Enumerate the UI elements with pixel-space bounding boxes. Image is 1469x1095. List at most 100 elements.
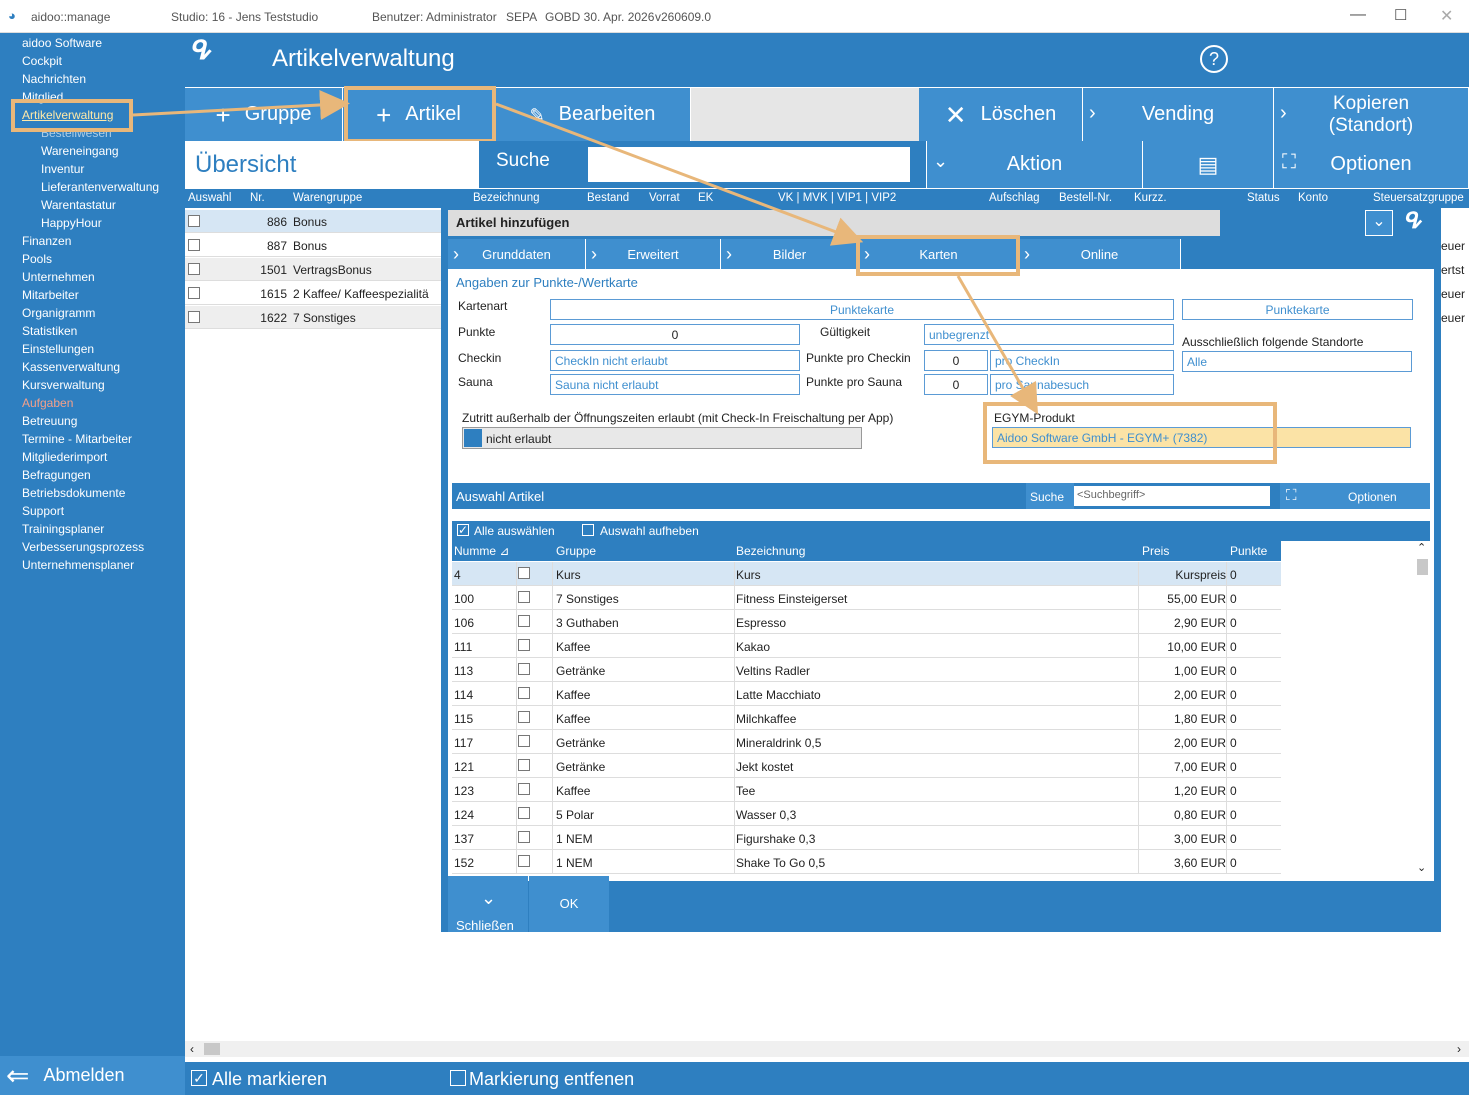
unmark-checkbox[interactable] [450, 1070, 466, 1086]
article-search-input[interactable]: <Suchbegriff> [1074, 486, 1270, 506]
punkte-input[interactable]: 0 [550, 324, 800, 345]
table-row[interactable]: 111 Kaffee Kakao 10,00 EUR 0 [452, 634, 1281, 658]
row-checkbox[interactable] [188, 239, 200, 251]
scroll-left-icon[interactable]: ‹ [190, 1042, 194, 1056]
row-checkbox[interactable] [518, 591, 530, 603]
row-checkbox[interactable] [188, 215, 200, 227]
scroll-right-icon[interactable]: › [1457, 1042, 1461, 1056]
aktion-button[interactable]: ⌄ Aktion [927, 141, 1143, 188]
table-row[interactable]: 114 Kaffee Latte Macchiato 2,00 EUR 0 [452, 682, 1281, 706]
sidebar-item-inventur[interactable]: Inventur [41, 162, 84, 176]
minimize-icon[interactable]: — [1350, 6, 1366, 24]
select-all-checkbox[interactable]: ✓ [457, 524, 469, 536]
sidebar-item-aidoo[interactable]: aidoo Software [22, 36, 102, 50]
sidebar-item-organigramm[interactable]: Organigramm [22, 306, 95, 320]
sidebar-item-wareneingang[interactable]: Wareneingang [41, 144, 119, 158]
col-vorrat[interactable]: Vorrat [649, 192, 680, 204]
scroll-thumb[interactable] [1417, 559, 1428, 575]
zutritt-toggle[interactable]: nicht erlaubt [462, 427, 862, 449]
row-checkbox[interactable] [518, 663, 530, 675]
sidebar-item-verbesserung[interactable]: Verbesserungsprozess [22, 540, 144, 554]
sidebar-item-mitglied[interactable]: Mitglied [22, 90, 63, 104]
row-checkbox[interactable] [518, 759, 530, 771]
table-row[interactable]: 121 Getränke Jekt kostet 7,00 EUR 0 [452, 754, 1281, 778]
vertical-scrollbar[interactable]: ⌃ ⌄ [1414, 541, 1430, 877]
search-input[interactable] [588, 147, 910, 182]
row-checkbox[interactable] [518, 831, 530, 843]
sidebar-item-kurse[interactable]: Kursverwaltung [22, 378, 105, 392]
sidebar-item-nachrichten[interactable]: Nachrichten [22, 72, 86, 86]
col-ek[interactable]: EK [698, 192, 713, 204]
sidebar-item-kassen[interactable]: Kassenverwaltung [22, 360, 120, 374]
row-checkbox[interactable] [188, 311, 200, 323]
col-warengruppe[interactable]: Warengruppe [293, 192, 362, 204]
col-steuer[interactable]: Steuersatzgruppe [1373, 192, 1464, 204]
vending-button[interactable]: › Vending [1083, 88, 1274, 141]
sidebar-item-cockpit[interactable]: Cockpit [22, 54, 62, 68]
add-article-button[interactable]: + Artikel [343, 88, 495, 141]
scroll-up-icon[interactable]: ⌃ [1417, 541, 1426, 554]
row-checkbox[interactable] [518, 567, 530, 579]
sidebar-item-trainingsplaner[interactable]: Trainingsplaner [22, 522, 104, 536]
col-bestellnr[interactable]: Bestell-Nr. [1059, 192, 1112, 204]
sidebar-item-unternehmen[interactable]: Unternehmen [22, 270, 95, 284]
table-row[interactable]: 1501 VertragsBonus [185, 258, 445, 281]
tab-grunddaten[interactable]: › Grunddaten [448, 239, 586, 269]
sidebar-item-termine[interactable]: Termine - Mitarbeiter [22, 432, 132, 446]
sidebar-item-aufgaben[interactable]: Aufgaben [22, 396, 73, 410]
row-checkbox[interactable] [518, 639, 530, 651]
sidebar-item-bestellwesen[interactable]: Bestellwesen [41, 126, 112, 140]
deselect-checkbox[interactable] [582, 524, 594, 536]
tab-bilder[interactable]: › Bilder [721, 239, 859, 269]
sidebar-item-befragungen[interactable]: Befragungen [22, 468, 91, 482]
close-window-icon[interactable]: ✕ [1440, 6, 1453, 26]
logout-button[interactable]: ⇐ Abmelden [0, 1056, 185, 1095]
tab-karten[interactable]: › Karten [859, 239, 1019, 269]
sidebar-item-unternehmensplaner[interactable]: Unternehmensplaner [22, 558, 134, 572]
kartenart-select-2[interactable]: Punktekarte [1182, 299, 1413, 320]
sidebar-item-artikelverwaltung[interactable]: Artikelverwaltung [22, 108, 113, 122]
grid-col-punkte[interactable]: Punkte [1230, 544, 1267, 558]
sidebar-item-einstellungen[interactable]: Einstellungen [22, 342, 94, 356]
mark-all-checkbox[interactable]: ✓ [191, 1070, 207, 1086]
col-kurzz[interactable]: Kurzz. [1134, 192, 1167, 204]
table-row[interactable]: 115 Kaffee Milchkaffee 1,80 EUR 0 [452, 706, 1281, 730]
col-auswahl[interactable]: Auswahl [188, 192, 231, 204]
delete-button[interactable]: ✕ Löschen [919, 88, 1083, 141]
row-checkbox[interactable] [518, 783, 530, 795]
sidebar-item-support[interactable]: Support [22, 504, 64, 518]
table-row[interactable]: 1622 7 Sonstiges [185, 306, 445, 329]
table-row[interactable]: 100 7 Sonstiges Fitness Einsteigerset 55,00… [452, 586, 1281, 610]
col-nr[interactable]: Nr. [250, 192, 265, 204]
sidebar-item-pools[interactable]: Pools [22, 252, 52, 266]
sidebar-item-warentastatur[interactable]: Warentastatur [41, 198, 116, 212]
article-options-button[interactable]: ⛶ Optionen [1280, 483, 1430, 509]
grid-col-nr[interactable]: Numme ⊿ [454, 544, 509, 558]
sidebar-item-betriebsdokumente[interactable]: Betriebsdokumente [22, 486, 125, 500]
scroll-down-icon[interactable]: ⌄ [1417, 861, 1426, 874]
row-checkbox[interactable] [518, 615, 530, 627]
deselect-label[interactable]: Auswahl aufheben [600, 524, 699, 538]
row-checkbox[interactable] [518, 807, 530, 819]
mark-all-label[interactable]: Alle markieren [212, 1069, 327, 1090]
add-group-button[interactable]: + Gruppe [185, 88, 343, 141]
row-checkbox[interactable] [188, 287, 200, 299]
table-row[interactable]: 152 1 NEM Shake To Go 0,5 3,60 EUR 0 [452, 850, 1281, 874]
row-checkbox[interactable] [518, 855, 530, 867]
standorte-select[interactable]: Alle [1182, 351, 1412, 372]
sidebar-item-betreuung[interactable]: Betreuung [22, 414, 77, 428]
kartenart-select[interactable]: Punktekarte [550, 299, 1174, 320]
col-bestand[interactable]: Bestand [587, 192, 629, 204]
tab-erweitert[interactable]: › Erweitert [586, 239, 721, 269]
grid-col-gruppe[interactable]: Gruppe [556, 544, 596, 558]
table-row[interactable]: 137 1 NEM Figurshake 0,3 3,00 EUR 0 [452, 826, 1281, 850]
grid-col-preis[interactable]: Preis [1142, 544, 1169, 558]
col-bezeichnung[interactable]: Bezeichnung [473, 192, 540, 204]
edit-button[interactable]: ✎ Bearbeiten [495, 88, 691, 141]
table-row[interactable]: 1615 2 Kaffee/ Kaffeespezialitä [185, 282, 445, 305]
table-row[interactable]: 106 3 Guthaben Espresso 2,90 EUR 0 [452, 610, 1281, 634]
scroll-thumb[interactable] [204, 1043, 220, 1055]
sauna-select[interactable]: Sauna nicht erlaubt [550, 374, 800, 395]
row-checkbox[interactable] [188, 263, 200, 275]
ok-button[interactable]: OK [529, 876, 609, 932]
